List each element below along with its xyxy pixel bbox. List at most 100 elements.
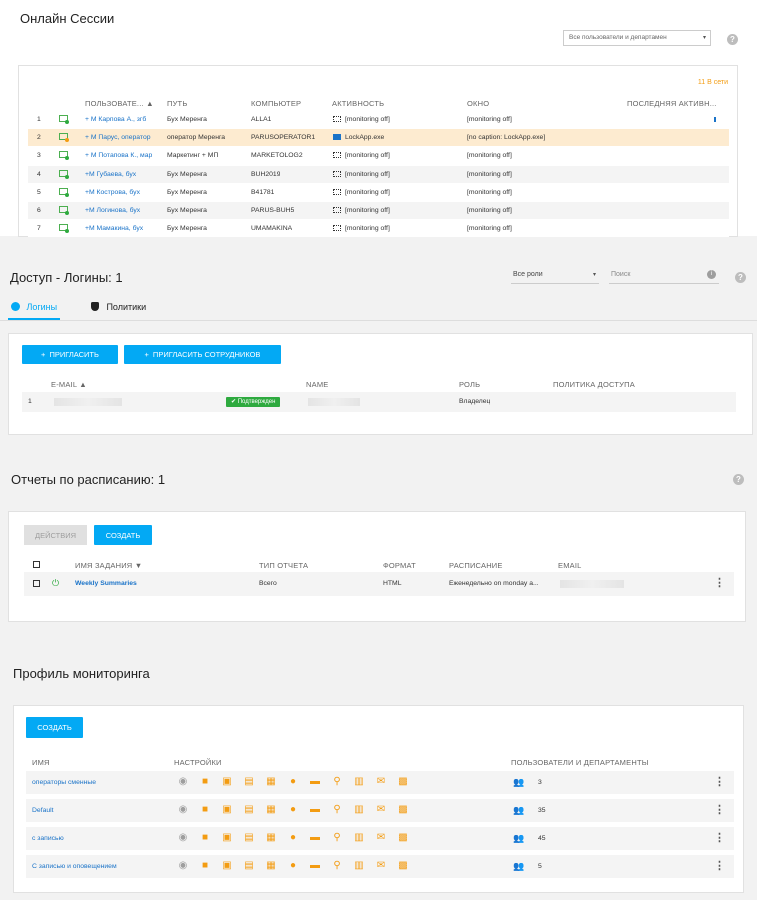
globe-icon[interactable]: ● (288, 861, 298, 871)
folder-icon[interactable]: ▬ (310, 833, 320, 843)
more-menu-icon[interactable]: ⋮ (714, 775, 725, 788)
search-icon[interactable]: ⚲ (332, 805, 342, 815)
col-policy[interactable]: ПОЛИТИКА ДОСТУПА (553, 380, 635, 389)
document-icon[interactable]: ▥ (354, 861, 364, 871)
power-icon[interactable]: ⏻ (52, 578, 59, 589)
keyboard-icon[interactable]: ▤ (244, 805, 254, 815)
col-name[interactable]: ИМЯ (32, 758, 50, 767)
keyboard-icon[interactable]: ▤ (244, 833, 254, 843)
globe-icon[interactable]: ● (288, 833, 298, 843)
help-icon[interactable]: ? (733, 474, 744, 485)
col-user[interactable]: ПОЛЬЗОВАТЕ... ▲ (85, 99, 154, 108)
col-role[interactable]: РОЛЬ (459, 380, 480, 389)
table-row[interactable]: 1 ✔ Подтвержден Владелец (22, 392, 736, 412)
col-computer[interactable]: КОМПЬЮТЕР (251, 99, 301, 108)
col-window[interactable]: ОКНО (467, 99, 489, 108)
invite-staff-button[interactable]: + ПРИГЛАСИТЬ СОТРУДНИКОВ (124, 345, 281, 364)
folder-icon[interactable]: ▬ (310, 777, 320, 787)
invite-button[interactable]: + ПРИГЛАСИТЬ (22, 345, 118, 364)
table-row[interactable]: с записью ◉ ■ ▣ ▤ ▦ ● ▬ ⚲ ▥ ✉ ▩ 👥 45 ⋮ (26, 827, 734, 850)
apps-icon[interactable]: ▦ (266, 833, 276, 843)
profile-name-link[interactable]: С записью и оповещением (32, 863, 117, 870)
folder-icon[interactable]: ▬ (310, 861, 320, 871)
table-row[interactable]: 5 +M Кострова, бух Бух Меренга B41781 [m… (28, 184, 729, 201)
apps-icon[interactable]: ▦ (266, 805, 276, 815)
camera-icon[interactable]: ▣ (222, 861, 232, 871)
eye-icon[interactable]: ◉ (178, 805, 188, 815)
print-icon[interactable]: ▩ (398, 833, 408, 843)
document-icon[interactable]: ▥ (354, 833, 364, 843)
user-dept-filter[interactable]: Все пользователи и департамен ▾ (563, 30, 711, 46)
col-format[interactable]: ФОРМАТ (383, 561, 416, 570)
print-icon[interactable]: ▩ (398, 777, 408, 787)
camera-icon[interactable]: ▣ (222, 805, 232, 815)
document-icon[interactable]: ▥ (354, 777, 364, 787)
select-all-checkbox[interactable] (33, 561, 40, 568)
col-activity[interactable]: АКТИВНОСТЬ (332, 99, 384, 108)
table-row[interactable]: 7 +M Мамакина, бух Бух Меренга UMAMAKINA… (28, 220, 729, 237)
col-path[interactable]: ПУТЬ (167, 99, 187, 108)
video-icon[interactable]: ■ (200, 805, 210, 815)
mail-icon[interactable]: ✉ (376, 777, 386, 787)
help-icon[interactable]: ? (727, 34, 738, 45)
create-profile-button[interactable]: СОЗДАТЬ (26, 717, 83, 738)
user-link[interactable]: + M Карпова А., згб (85, 116, 165, 123)
mail-icon[interactable]: ✉ (376, 805, 386, 815)
user-link[interactable]: +M Кострова, бух (85, 189, 165, 196)
create-report-button[interactable]: СОЗДАТЬ (94, 525, 152, 545)
camera-icon[interactable]: ▣ (222, 833, 232, 843)
col-name[interactable]: NAME (306, 380, 328, 389)
apps-icon[interactable]: ▦ (266, 777, 276, 787)
profile-name-link[interactable]: Default (32, 807, 54, 814)
apps-icon[interactable]: ▦ (266, 861, 276, 871)
profile-name-link[interactable]: операторы сменные (32, 779, 96, 786)
mail-icon[interactable]: ✉ (376, 833, 386, 843)
mail-icon[interactable]: ✉ (376, 861, 386, 871)
profile-name-link[interactable]: с записью (32, 835, 64, 842)
document-icon[interactable]: ▥ (354, 805, 364, 815)
table-row[interactable]: 6 +M Логинова, бух Бух Меренга PARUS-BUH… (28, 202, 729, 219)
roles-select[interactable]: Все роли ▾ (511, 268, 599, 284)
user-link[interactable]: +M Губаева, бух (85, 171, 165, 178)
table-row[interactable]: 1 + M Карпова А., згб Бух Меренга ALLA1 … (28, 111, 729, 128)
col-settings[interactable]: НАСТРОЙКИ (174, 758, 222, 767)
table-row[interactable]: 4 +M Губаева, бух Бух Меренга BUH2019 [m… (28, 166, 729, 183)
camera-icon[interactable]: ▣ (222, 777, 232, 787)
video-icon[interactable]: ■ (200, 861, 210, 871)
globe-icon[interactable]: ● (288, 777, 298, 787)
col-report-type[interactable]: ТИП ОТЧЕТА (259, 561, 308, 570)
col-email[interactable]: EMAIL (558, 561, 582, 570)
eye-icon[interactable]: ◉ (178, 861, 188, 871)
table-row[interactable]: ⏻ Weekly Summaries Всего HTML Еженедельн… (24, 572, 734, 596)
col-last-activity[interactable]: ПОСЛЕДНЯЯ АКТИВН... (627, 99, 717, 108)
search-icon[interactable]: ⚲ (332, 777, 342, 787)
job-name-link[interactable]: Weekly Summaries (75, 580, 137, 587)
search-input[interactable]: Поиск i (609, 268, 719, 284)
actions-button[interactable]: ДЕЙСТВИЯ (24, 525, 87, 545)
more-menu-icon[interactable]: ⋮ (714, 859, 725, 872)
row-checkbox[interactable] (33, 580, 40, 587)
col-email[interactable]: E-MAIL ▲ (51, 380, 87, 389)
more-menu-icon[interactable]: ⋮ (714, 831, 725, 844)
tab-logins[interactable]: Логины (8, 298, 61, 320)
globe-icon[interactable]: ● (288, 805, 298, 815)
keyboard-icon[interactable]: ▤ (244, 777, 254, 787)
tab-policies[interactable]: Политики (88, 298, 149, 320)
user-link[interactable]: +M Логинова, бух (85, 207, 165, 214)
folder-icon[interactable]: ▬ (310, 805, 320, 815)
col-schedule[interactable]: РАСПИСАНИЕ (449, 561, 503, 570)
video-icon[interactable]: ■ (200, 833, 210, 843)
user-link[interactable]: + M Парус, оператор (85, 134, 165, 141)
help-icon[interactable]: ? (735, 272, 746, 283)
table-row[interactable]: 2 + M Парус, оператор оператор Меренга P… (28, 129, 729, 146)
col-job-name[interactable]: ИМЯ ЗАДАНИЯ ▼ (75, 561, 142, 570)
table-row[interactable]: операторы сменные ◉ ■ ▣ ▤ ▦ ● ▬ ⚲ ▥ ✉ ▩ 👥 3 ⋮ (26, 771, 734, 794)
table-row[interactable]: 3 + M Потапова К., мар Маркетинг + МП MA… (28, 147, 729, 164)
print-icon[interactable]: ▩ (398, 805, 408, 815)
table-row[interactable]: С записью и оповещением ◉ ■ ▣ ▤ ▦ ● ▬ ⚲ ▥ ✉ ▩ 👥 5 … (26, 855, 734, 878)
more-menu-icon[interactable]: ⋮ (714, 803, 725, 816)
user-link[interactable]: + M Потапова К., мар (85, 152, 165, 159)
eye-icon[interactable]: ◉ (178, 777, 188, 787)
search-icon[interactable]: ⚲ (332, 833, 342, 843)
search-icon[interactable]: ⚲ (332, 861, 342, 871)
